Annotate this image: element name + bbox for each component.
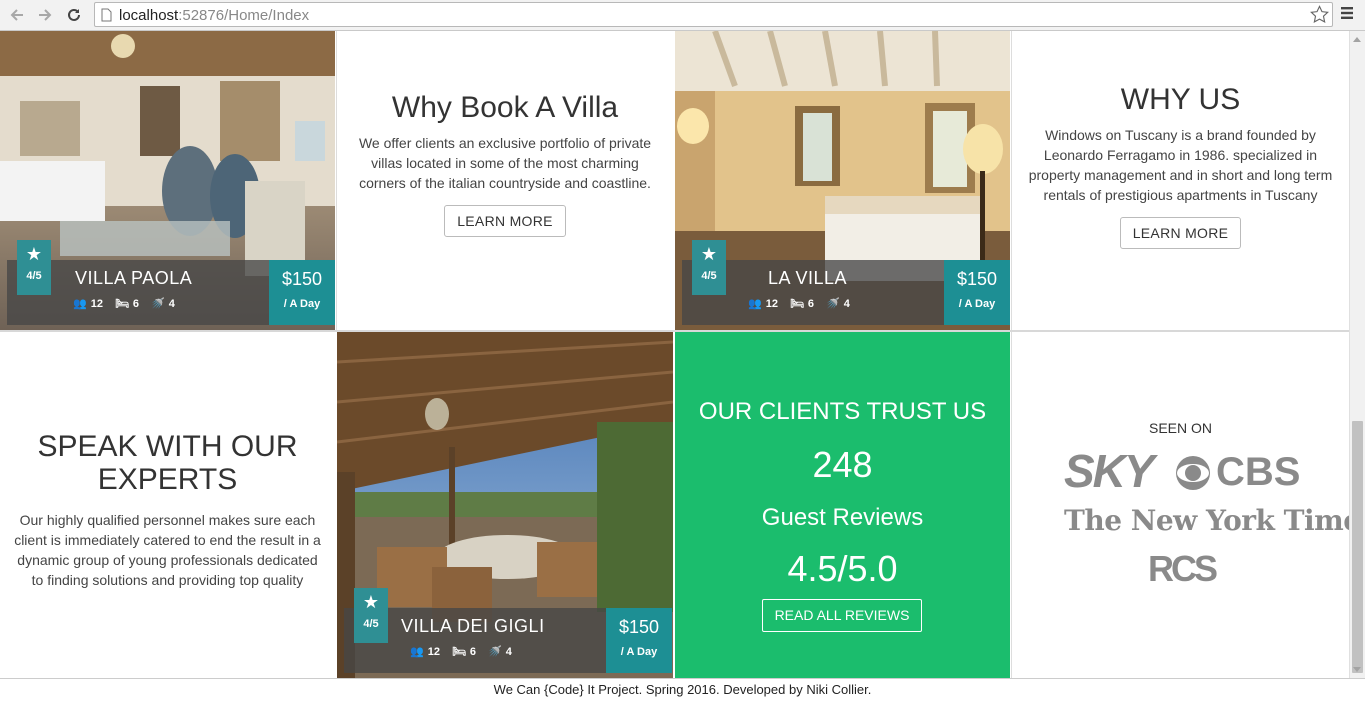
vertical-scrollbar[interactable]: [1349, 31, 1365, 678]
trust-section: OUR CLIENTS TRUST US 248 Guest Reviews 4…: [675, 332, 1010, 678]
why-book-section: Why Book A Villa We offer clients an exc…: [336, 31, 673, 330]
cbs-eye-icon: [1176, 455, 1210, 490]
back-arrow-icon: [10, 9, 23, 21]
price-amount: $150: [956, 269, 998, 289]
star-icon: ★: [700, 244, 718, 264]
experts-title: SPEAK WITH OUR EXPERTS: [37, 430, 298, 496]
villa-card-dei-gigli[interactable]: ★ 4/5 VILLA DEI GIGLI 👥 12 🛏 6 🚿 4 $150 / A…: [337, 332, 673, 678]
seen-on-label: SEEN ON: [1148, 420, 1212, 436]
scroll-up-arrow[interactable]: [1353, 37, 1361, 42]
cbs-logo: CBS: [1174, 450, 1300, 495]
review-count: 248: [812, 444, 873, 485]
scroll-thumb[interactable]: [1352, 421, 1363, 673]
guests-icon: 👥: [73, 298, 87, 310]
price-period: / A Day: [958, 298, 996, 310]
rating-score: 4/5: [26, 270, 42, 282]
shower-icon: 🚿: [488, 646, 502, 658]
star-icon: ★: [25, 244, 43, 264]
seen-on-section: SEEN ON SKY CBS The New York Times RCS: [1011, 332, 1349, 678]
price-badge: $150 / A Day: [269, 260, 335, 325]
sky-logo: SKY: [1064, 445, 1155, 497]
why-book-learn-more-button[interactable]: LEARN MORE: [444, 205, 566, 237]
villa-info-bar: ★ 4/5 LA VILLA 👥 12 🛏 6 🚿 4 $150 / A Day: [682, 240, 1010, 325]
review-score: 4.5/5.0: [787, 548, 898, 589]
rating-badge: ★ 4/5: [692, 240, 726, 295]
amenities: 👥 12 🛏 6 🚿 4: [748, 297, 850, 311]
price-badge: $150 / A Day: [944, 260, 1010, 325]
villa-name[interactable]: LA VILLA: [768, 268, 847, 289]
shower-icon: 🚿: [826, 298, 840, 310]
villa-info-bar: ★ 4/5 VILLA PAOLA 👥 12 🛏 6 🚿 4 $150 / A Day: [7, 240, 335, 325]
villa-card-la-villa[interactable]: ★ 4/5 LA VILLA 👥 12 🛏 6 🚿 4 $150 / A Day: [675, 31, 1010, 330]
why-book-title: Why Book A Villa: [391, 91, 619, 124]
rating-score: 4/5: [363, 618, 379, 630]
why-us-learn-more-button[interactable]: LEARN MORE: [1119, 217, 1242, 249]
why-us-text: Windows on Tuscany is a brand founded by…: [1028, 127, 1333, 203]
nyt-logo: The New York Times: [1064, 504, 1349, 537]
page-footer: We Can {Code} It Project. Spring 2016. D…: [0, 678, 1365, 701]
experts-text: Our highly qualified personnel makes sur…: [14, 512, 321, 588]
villa-info-bar: ★ 4/5 VILLA DEI GIGLI 👥 12 🛏 6 🚿 4 $150 / A…: [344, 588, 672, 673]
guests-icon: 👥: [410, 646, 424, 658]
page-icon: [101, 8, 112, 22]
rating-badge: ★ 4/5: [354, 588, 388, 643]
price-period: / A Day: [620, 646, 658, 658]
reload-button[interactable]: [63, 4, 85, 26]
forward-button[interactable]: [34, 4, 56, 26]
bookmark-star-icon[interactable]: [1310, 5, 1329, 24]
experts-section: SPEAK WITH OUR EXPERTS Our highly qualif…: [0, 332, 335, 678]
price-period: / A Day: [283, 298, 321, 310]
bed-icon: 🛏: [789, 298, 804, 310]
villa-card-paola[interactable]: ★ 4/5 VILLA PAOLA 👥 12 🛏 6 🚿 4 $150 / A Day: [0, 31, 335, 330]
villa-name[interactable]: VILLA DEI GIGLI: [401, 616, 545, 637]
amenities: 👥 12 🛏 6 🚿 4: [410, 645, 512, 659]
trust-title: OUR CLIENTS TRUST US: [698, 398, 987, 425]
why-book-text: We offer clients an exclusive portfolio …: [358, 135, 652, 191]
rcs-logo: RCS: [1148, 548, 1218, 589]
guests-icon: 👥: [748, 298, 762, 310]
price-amount: $150: [618, 617, 660, 637]
back-button[interactable]: [6, 4, 28, 26]
bed-icon: 🛏: [114, 298, 129, 310]
amenities: 👥 12 🛏 6 🚿 4: [73, 297, 175, 311]
bed-icon: 🛏: [451, 646, 466, 658]
read-all-reviews-button[interactable]: READ ALL REVIEWS: [762, 599, 922, 632]
browser-toolbar: localhost:52876/Home/Index: [0, 0, 1365, 31]
shower-icon: 🚿: [151, 298, 165, 310]
star-icon: ★: [362, 592, 380, 612]
address-url[interactable]: localhost:52876/Home/Index: [119, 7, 309, 24]
why-us-title: WHY US: [1120, 83, 1241, 116]
price-amount: $150: [281, 269, 323, 289]
review-count-label: Guest Reviews: [761, 504, 924, 531]
forward-arrow-icon: [39, 9, 52, 21]
why-us-section: WHY US Windows on Tuscany is a brand fou…: [1011, 31, 1349, 330]
price-badge: $150 / A Day: [606, 608, 672, 673]
scroll-down-arrow[interactable]: [1353, 667, 1361, 672]
page-content: ★ 4/5 VILLA PAOLA 👥 12 🛏 6 🚿 4 $150 / A Day…: [0, 31, 1349, 678]
villa-name[interactable]: VILLA PAOLA: [75, 268, 192, 289]
reload-icon: [68, 8, 80, 21]
rating-score: 4/5: [701, 270, 717, 282]
rating-badge: ★ 4/5: [17, 240, 51, 295]
address-bar[interactable]: localhost:52876/Home/Index: [94, 2, 1333, 27]
menu-icon[interactable]: [1340, 6, 1354, 20]
